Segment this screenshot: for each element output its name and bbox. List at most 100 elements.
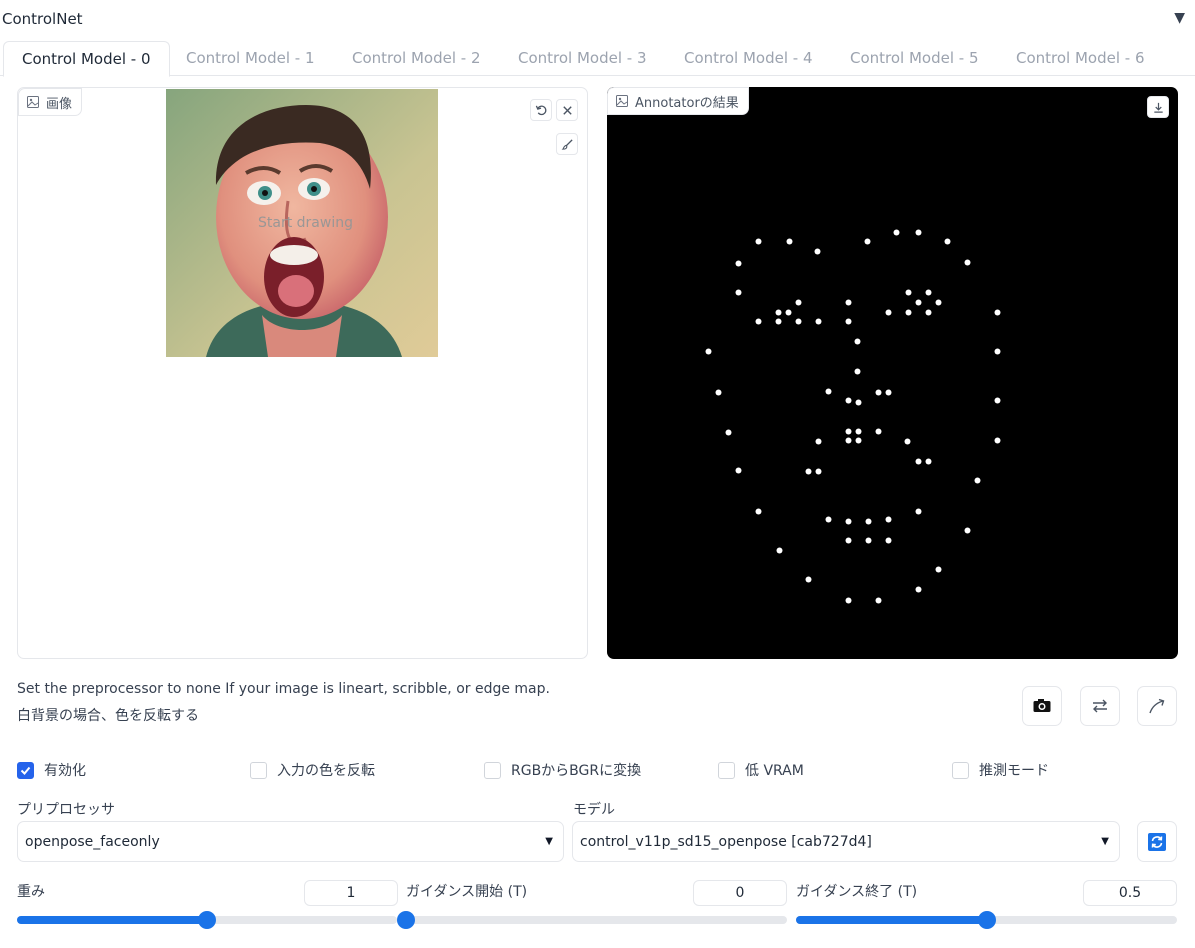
face-keypoint [815,468,822,475]
tab-control-model-3[interactable]: Control Model - 3 [500,41,665,76]
brush-icon [561,138,573,150]
weight-slider[interactable] [17,911,397,929]
face-keypoint [865,537,872,544]
checkbox-guess-mode-box[interactable] [952,761,969,779]
face-keypoint [705,348,712,355]
tab-control-model-2[interactable]: Control Model - 2 [334,41,499,76]
face-keypoint [805,576,812,583]
swap-dimensions-button[interactable] [1080,686,1120,726]
weight-input[interactable]: 1 [304,880,398,906]
checkbox-low-vram-box[interactable] [718,761,735,779]
face-keypoint [925,289,932,296]
face-keypoint [915,508,922,515]
annotator-panel-label-text: Annotatorの結果 [635,95,739,111]
invert-hint: 白背景の場合、色を反転する [17,708,199,724]
collapse-icon[interactable]: ▼ [1174,10,1185,26]
image-icon [27,96,39,108]
face-keypoint [915,458,922,465]
weight-slider-thumb[interactable] [198,911,216,929]
face-keypoint [735,260,742,267]
face-keypoint [875,597,882,604]
weight-slider-fill [17,916,207,924]
face-keypoint [845,518,852,525]
face-keypoint [715,389,722,396]
face-keypoint [893,229,900,236]
model-label: モデル [573,802,615,818]
preprocessor-hint: Set the preprocessor to none If your ima… [17,681,550,697]
preprocessor-select[interactable]: openpose_faceonly ▼ [17,821,564,862]
face-keypoint [935,566,942,573]
face-keypoint [795,318,802,325]
image-input-panel[interactable]: Start drawing 画像 [17,87,588,659]
preprocessor-label: プリプロセッサ [17,802,115,818]
send-icon [1149,698,1165,714]
guidance-start-slider-thumb[interactable] [397,911,415,929]
model-tabs: Control Model - 0 Control Model - 1 Cont… [0,41,1195,77]
enable-checkbox[interactable]: 有効化 [17,760,86,780]
face-keypoint [845,299,852,306]
face-keypoint [994,309,1001,316]
undo-button[interactable] [530,99,552,121]
face-keypoint [735,289,742,296]
face-keypoint [885,516,892,523]
guidance-end-slider-thumb[interactable] [977,911,996,929]
guidance-end-input[interactable]: 0.5 [1083,880,1177,906]
face-keypoint [755,238,762,245]
face-keypoint [855,437,862,444]
face-keypoint [845,537,852,544]
face-keypoint [855,428,862,435]
guidance-start-slider[interactable] [397,911,787,929]
face-keypoint [805,468,812,475]
invert-color-label: 入力の色を反転 [277,763,375,779]
face-keypoint [885,389,892,396]
camera-button[interactable] [1022,686,1062,726]
face-keypoint [915,229,922,236]
checkbox-enable-box[interactable] [17,761,34,779]
tab-control-model-4[interactable]: Control Model - 4 [666,41,831,76]
guidance-start-input[interactable]: 0 [693,880,787,906]
face-keypoint [854,338,861,345]
guidance-start-label: ガイダンス開始 (T) [406,884,528,900]
face-keypoint [935,299,942,306]
face-keypoint [855,399,862,406]
face-keypoints [705,229,1001,604]
face-keypoint [915,586,922,593]
send-dimensions-button[interactable] [1137,686,1177,726]
guidance-end-slider[interactable] [796,911,1177,929]
undo-icon [535,105,546,115]
face-keypoint [775,318,782,325]
checkbox-rgb-bgr-box[interactable] [484,761,501,779]
tab-control-model-6[interactable]: Control Model - 6 [998,41,1163,76]
face-keypoint [725,429,732,436]
low-vram-checkbox[interactable]: 低 VRAM [718,760,804,780]
image-panel-label-text: 画像 [46,96,73,112]
face-keypoint [865,518,872,525]
input-photo[interactable]: Start drawing [166,89,438,357]
rgb-to-bgr-checkbox[interactable]: RGBからBGRに変換 [484,760,641,780]
clear-button[interactable] [556,99,578,121]
face-keypoint [785,309,792,316]
face-keypoint [964,259,971,266]
tab-control-model-0[interactable]: Control Model - 0 [3,41,170,77]
annotator-result-panel: Annotatorの結果 [607,87,1178,659]
refresh-models-button[interactable] [1137,821,1177,862]
face-keypoint [915,299,922,306]
face-keypoint [864,238,871,245]
tab-control-model-1[interactable]: Control Model - 1 [168,41,333,76]
guess-mode-checkbox[interactable]: 推測モード [952,760,1049,780]
checkbox-invert-box[interactable] [250,761,267,779]
face-keypoint [905,309,912,316]
face-keypoint [815,318,822,325]
download-button[interactable] [1147,96,1169,118]
guess-mode-label: 推測モード [979,763,1049,779]
face-keypoint [735,467,742,474]
face-keypoint [786,238,793,245]
image-panel-label: 画像 [18,88,83,116]
face-keypoint [964,527,971,534]
brush-button[interactable] [556,133,578,155]
face-keypoint [925,309,932,316]
tab-control-model-5[interactable]: Control Model - 5 [832,41,997,76]
invert-color-checkbox[interactable]: 入力の色を反転 [250,760,375,780]
face-keypoint [776,547,783,554]
model-select[interactable]: control_v11p_sd15_openpose [cab727d4] ▼ [572,821,1120,862]
